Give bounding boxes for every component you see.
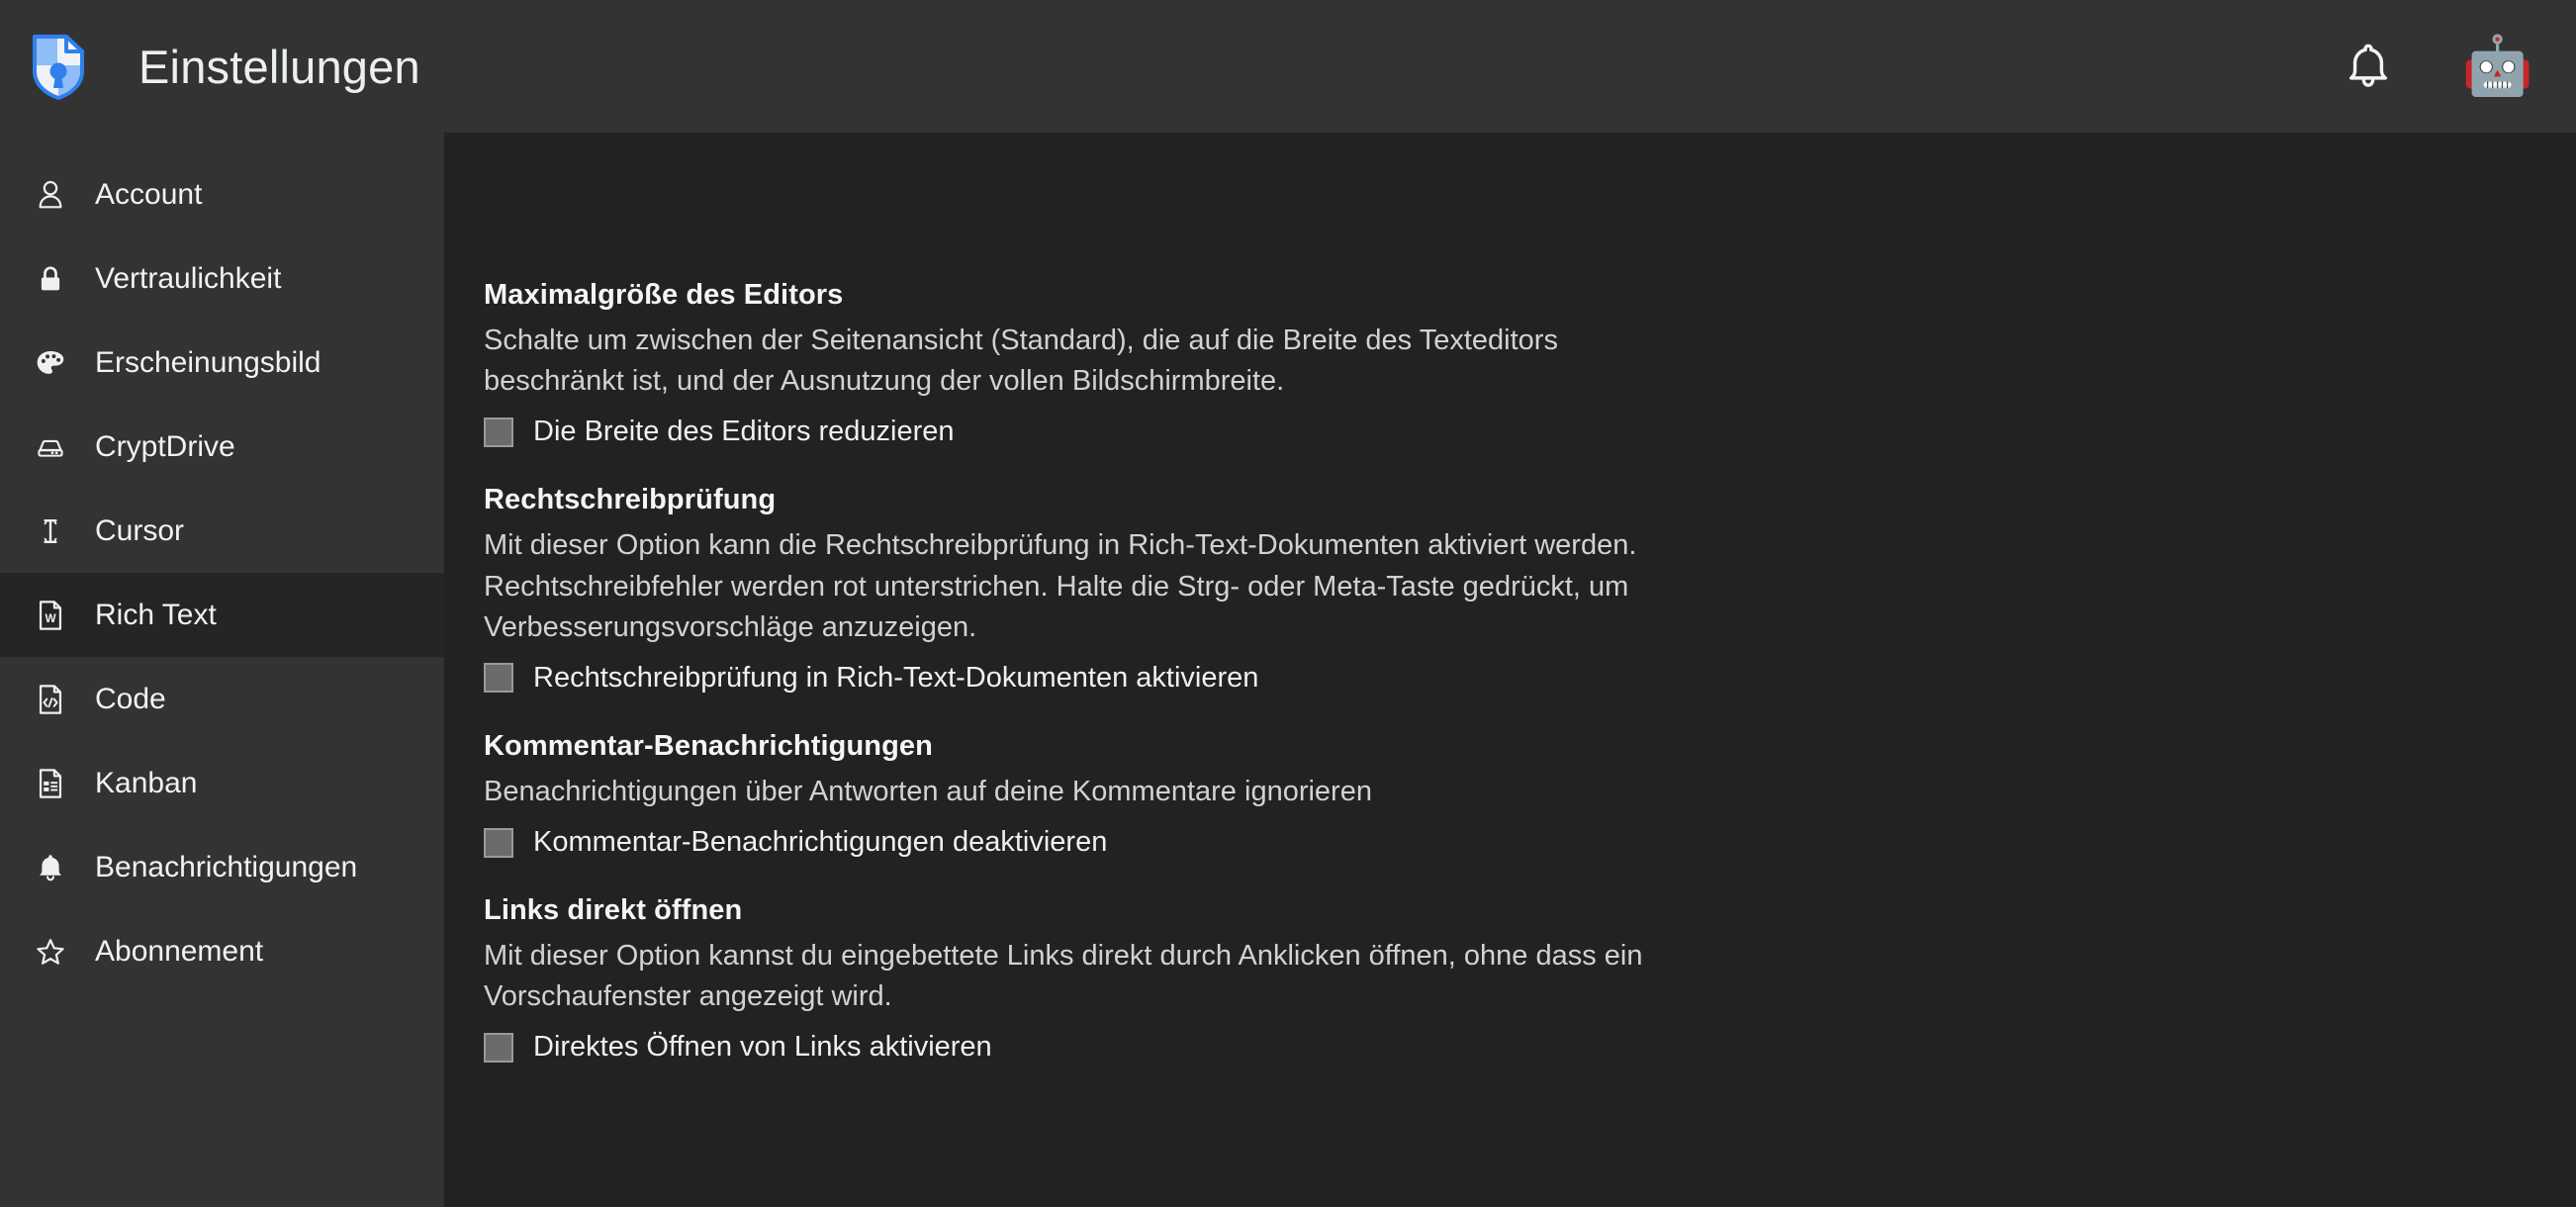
sidebar-item-kanban[interactable]: Kanban <box>0 741 444 825</box>
sidebar-item-label: Abonnement <box>95 934 264 968</box>
section-title: Links direkt öffnen <box>484 894 743 927</box>
checkbox-reduce-editor-width[interactable] <box>484 417 513 447</box>
sidebar-item-label: CryptDrive <box>95 429 235 463</box>
sidebar-item-cursor[interactable]: Cursor <box>0 489 444 573</box>
settings-sidebar: Account Vertraulichkeit Erscheinungsbild… <box>0 133 444 1207</box>
checkbox-row-disable-comment-notifications[interactable]: Kommentar-Benachrichtigungen deaktiviere… <box>484 826 2536 859</box>
setting-section-spellcheck: Rechtschreibprüfung Mit dieser Option ka… <box>484 484 2536 695</box>
setting-section-open-links-directly: Links direkt öffnen Mit dieser Option ka… <box>484 894 2536 1064</box>
word-document-icon: W <box>30 595 71 636</box>
sidebar-item-label: Benachrichtigungen <box>95 850 358 883</box>
setting-section-comment-notifications: Kommentar-Benachrichtigungen Benachricht… <box>484 730 2536 859</box>
app-logo <box>28 30 89 103</box>
checkbox-row-reduce-editor-width[interactable]: Die Breite des Editors reduzieren <box>484 416 2536 448</box>
section-title: Maximalgröße des Editors <box>484 279 844 311</box>
section-description: Mit dieser Option kann die Rechtschreibp… <box>484 529 1637 643</box>
checkbox-disable-comment-notifications[interactable] <box>484 827 513 858</box>
sidebar-item-rich-text[interactable]: W Rich Text <box>0 573 444 657</box>
notifications-button[interactable] <box>2333 31 2404 102</box>
section-description: Mit dieser Option kannst du eingebettete… <box>484 940 1643 1013</box>
sidebar-item-label: Rich Text <box>95 598 217 631</box>
checkbox-label: Rechtschreibprüfung in Rich-Text-Dokumen… <box>533 661 1259 694</box>
sidebar-item-benachrichtigungen[interactable]: Benachrichtigungen <box>0 825 444 909</box>
palette-icon <box>30 342 71 384</box>
checkbox-label: Die Breite des Editors reduzieren <box>533 416 955 448</box>
bell-icon <box>30 847 71 888</box>
checkbox-enable-direct-link-open[interactable] <box>484 1032 513 1063</box>
sidebar-item-erscheinungsbild[interactable]: Erscheinungsbild <box>0 321 444 405</box>
checkbox-enable-spellcheck[interactable] <box>484 663 513 694</box>
user-icon <box>30 174 71 216</box>
sidebar-item-label: Vertraulichkeit <box>95 261 282 295</box>
settings-app: Einstellungen 🤖 Account Vertraulichkeit … <box>0 0 2576 1207</box>
sidebar-item-account[interactable]: Account <box>0 152 444 236</box>
app-header: Einstellungen 🤖 <box>0 0 2576 133</box>
user-avatar[interactable]: 🤖 <box>2462 34 2533 99</box>
checkbox-row-enable-direct-link-open[interactable]: Direktes Öffnen von Links aktivieren <box>484 1031 2536 1064</box>
section-title: Rechtschreibprüfung <box>484 484 777 516</box>
kanban-document-icon <box>30 763 71 804</box>
section-title: Kommentar-Benachrichtigungen <box>484 729 933 762</box>
setting-section-editor-max-size: Maximalgröße des Editors Schalte um zwis… <box>484 279 2536 448</box>
sidebar-item-label: Code <box>95 682 166 715</box>
shield-document-lock-icon <box>33 35 84 100</box>
svg-text:W: W <box>45 612 56 625</box>
sidebar-item-cryptdrive[interactable]: CryptDrive <box>0 405 444 489</box>
section-description: Schalte um zwischen der Seitenansicht (S… <box>484 325 1558 398</box>
text-cursor-icon <box>30 511 71 552</box>
bell-icon <box>2349 44 2387 87</box>
sidebar-item-label: Erscheinungsbild <box>95 345 322 379</box>
sidebar-item-code[interactable]: Code <box>0 657 444 741</box>
section-description: Benachrichtigungen über Antworten auf de… <box>484 775 1372 807</box>
checkbox-label: Direktes Öffnen von Links aktivieren <box>533 1031 992 1064</box>
sidebar-item-abonnement[interactable]: Abonnement <box>0 909 444 993</box>
sidebar-item-vertraulichkeit[interactable]: Vertraulichkeit <box>0 236 444 321</box>
page-title: Einstellungen <box>138 40 420 93</box>
checkbox-row-enable-spellcheck[interactable]: Rechtschreibprüfung in Rich-Text-Dokumen… <box>484 662 2536 695</box>
app-body: Account Vertraulichkeit Erscheinungsbild… <box>0 133 2576 1207</box>
sidebar-item-label: Kanban <box>95 766 198 799</box>
checkbox-label: Kommentar-Benachrichtigungen deaktiviere… <box>533 826 1108 859</box>
sidebar-item-label: Cursor <box>95 513 185 547</box>
lock-icon <box>30 258 71 300</box>
code-document-icon <box>30 679 71 720</box>
settings-content: Maximalgröße des Editors Schalte um zwis… <box>444 133 2576 1207</box>
star-icon <box>30 931 71 973</box>
sidebar-item-label: Account <box>95 177 203 211</box>
hard-drive-icon <box>30 426 71 468</box>
